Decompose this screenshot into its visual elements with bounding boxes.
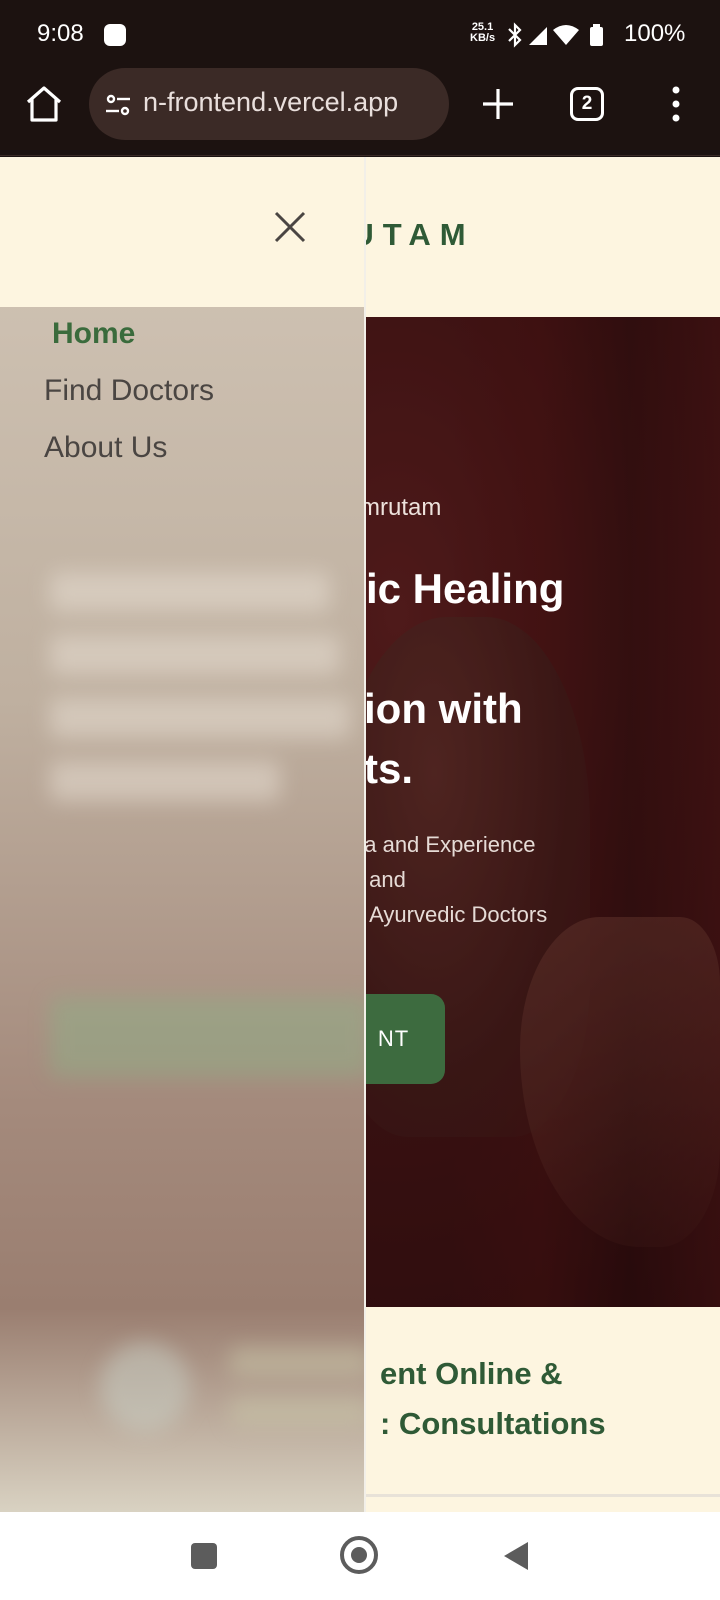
recents-icon[interactable] bbox=[191, 1543, 217, 1569]
status-bar: 9:08 25.1 KB/s 100% bbox=[0, 0, 720, 68]
cta-label[interactable]: NT bbox=[378, 1026, 409, 1051]
hero-title-line-4: ts. bbox=[364, 745, 414, 792]
more-menu-icon[interactable] bbox=[667, 82, 685, 126]
consultation-title-line-2: : Consultations bbox=[380, 1406, 606, 1441]
nav-drawer: Home Find Doctors About Us bbox=[0, 157, 366, 1512]
hero-title-line-3: ion with bbox=[364, 685, 523, 732]
nav-item-about-us[interactable]: About Us bbox=[44, 431, 214, 465]
hero-title-line-1: tic Healing bbox=[352, 565, 565, 612]
close-icon[interactable] bbox=[270, 207, 310, 247]
url-text[interactable]: n-frontend.vercel.app bbox=[143, 87, 443, 118]
home-nav-icon[interactable] bbox=[340, 1536, 378, 1574]
home-icon[interactable] bbox=[22, 82, 66, 126]
nav-item-find-doctors[interactable]: Find Doctors bbox=[44, 374, 214, 408]
hero-subtitle-line-3: d Ayurvedic Doctors bbox=[352, 902, 548, 927]
status-time: 9:08 bbox=[37, 20, 84, 47]
address-bar[interactable]: n-frontend.vercel.app bbox=[89, 68, 449, 140]
drawer-nav-list: Home Find Doctors About Us bbox=[44, 317, 214, 488]
battery-percent: 100% bbox=[624, 20, 686, 47]
home-nav-dot bbox=[351, 1547, 367, 1563]
battery-icon bbox=[590, 24, 603, 46]
consultation-title-line-1: ent Online & bbox=[380, 1356, 563, 1391]
notification-icon bbox=[104, 24, 126, 46]
site-settings-icon[interactable] bbox=[103, 90, 133, 120]
tab-switcher-button[interactable]: 2 bbox=[570, 87, 604, 121]
bluetooth-icon bbox=[508, 22, 522, 48]
network-speed-unit: KB/s bbox=[470, 32, 496, 44]
hero-eyebrow-text: mrutam bbox=[360, 494, 442, 521]
status-icons bbox=[508, 22, 603, 48]
plus-icon[interactable] bbox=[478, 84, 518, 124]
back-icon[interactable] bbox=[502, 1540, 530, 1572]
system-nav-bar bbox=[0, 1512, 720, 1600]
nav-item-home[interactable]: Home bbox=[52, 317, 214, 351]
wifi-icon bbox=[553, 25, 579, 45]
web-page: RUTAM mrutam tic Healing ion with ts. da… bbox=[0, 157, 720, 1512]
signal-icon bbox=[529, 27, 547, 45]
hero-subtitle-line-1: da and Experience bbox=[352, 832, 536, 857]
browser-toolbar: n-frontend.vercel.app 2 bbox=[0, 68, 720, 156]
network-speed: 25.1 KB/s bbox=[470, 22, 495, 44]
